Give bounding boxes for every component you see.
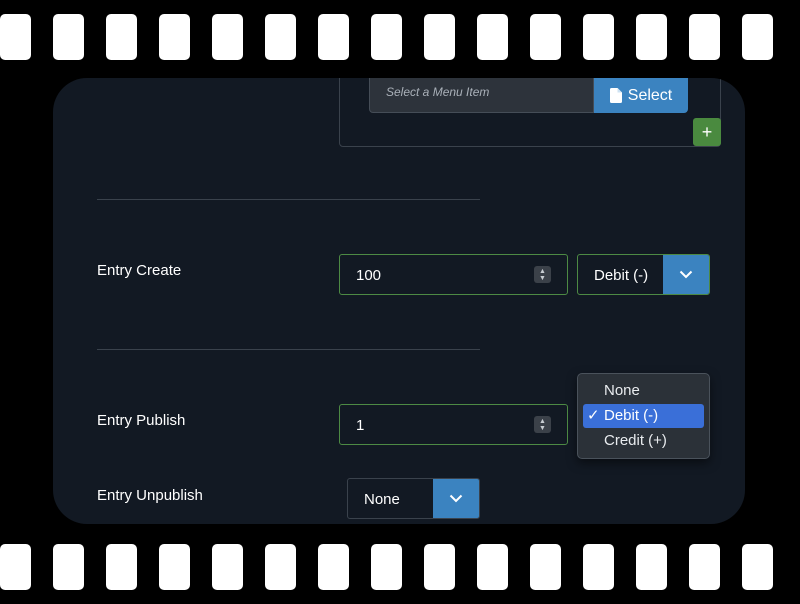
perforation [689,14,720,60]
perforation [265,14,296,60]
entry-unpublish-label: Entry Unpublish [97,487,203,504]
section-divider [97,199,480,200]
dropdown-option-credit[interactable]: Credit (+) [583,429,704,453]
settings-panel: Select a Menu Item Select + Entry Create… [53,78,745,524]
entry-create-type-select[interactable]: Debit (-) [577,254,710,295]
chevron-down-icon [433,479,479,518]
select-menu-item-button[interactable]: Select [594,78,688,113]
perforation [583,544,614,590]
select-button-label: Select [627,86,673,104]
chevron-down-icon [663,255,709,294]
perforation [424,14,455,60]
perforation [53,14,84,60]
add-menu-item-button[interactable]: + [693,118,721,146]
perforation [318,14,349,60]
checkmark-icon: ✓ [587,407,600,424]
perforation [371,14,402,60]
perforation [530,544,561,590]
entry-create-label: Entry Create [97,262,182,279]
stepper-icon[interactable]: ▲ ▼ [534,416,551,433]
perforation [0,14,31,60]
perforation [477,544,508,590]
perforation [106,544,137,590]
perforation [689,544,720,590]
entry-publish-label: Entry Publish [97,412,186,429]
perforation [636,544,667,590]
perforation [742,544,773,590]
entry-publish-value: 1 [356,417,365,434]
perforation [159,14,190,60]
perforation [212,14,243,60]
perforation [318,544,349,590]
dropdown-option-debit[interactable]: ✓ Debit (-) [583,404,704,428]
perforation [159,544,190,590]
perforation [583,14,614,60]
entry-unpublish-select[interactable]: None [347,478,480,519]
entry-create-value: 100 [356,267,382,284]
perforation [106,14,137,60]
perforation [530,14,561,60]
section-divider [97,349,480,350]
perforation [53,544,84,590]
dropdown-option-none[interactable]: None [583,379,704,403]
entry-publish-number-input[interactable]: 1 ▲ ▼ [339,404,568,445]
perforation [636,14,667,60]
entry-type-dropdown-menu: None ✓ Debit (-) Credit (+) [577,373,710,459]
perforation [0,544,31,590]
entry-create-number-input[interactable]: 100 ▲ ▼ [339,254,568,295]
film-perforations-top [0,14,800,60]
file-icon [609,88,622,103]
entry-unpublish-value: None [364,491,400,508]
perforation [477,14,508,60]
perforation [742,14,773,60]
film-perforations-bottom [0,544,800,590]
perforation [212,544,243,590]
stepper-icon[interactable]: ▲ ▼ [534,266,551,283]
entry-create-type-value: Debit (-) [594,267,649,284]
perforation [424,544,455,590]
menu-item-input[interactable]: Select a Menu Item [369,78,594,113]
perforation [371,544,402,590]
perforation [265,544,296,590]
